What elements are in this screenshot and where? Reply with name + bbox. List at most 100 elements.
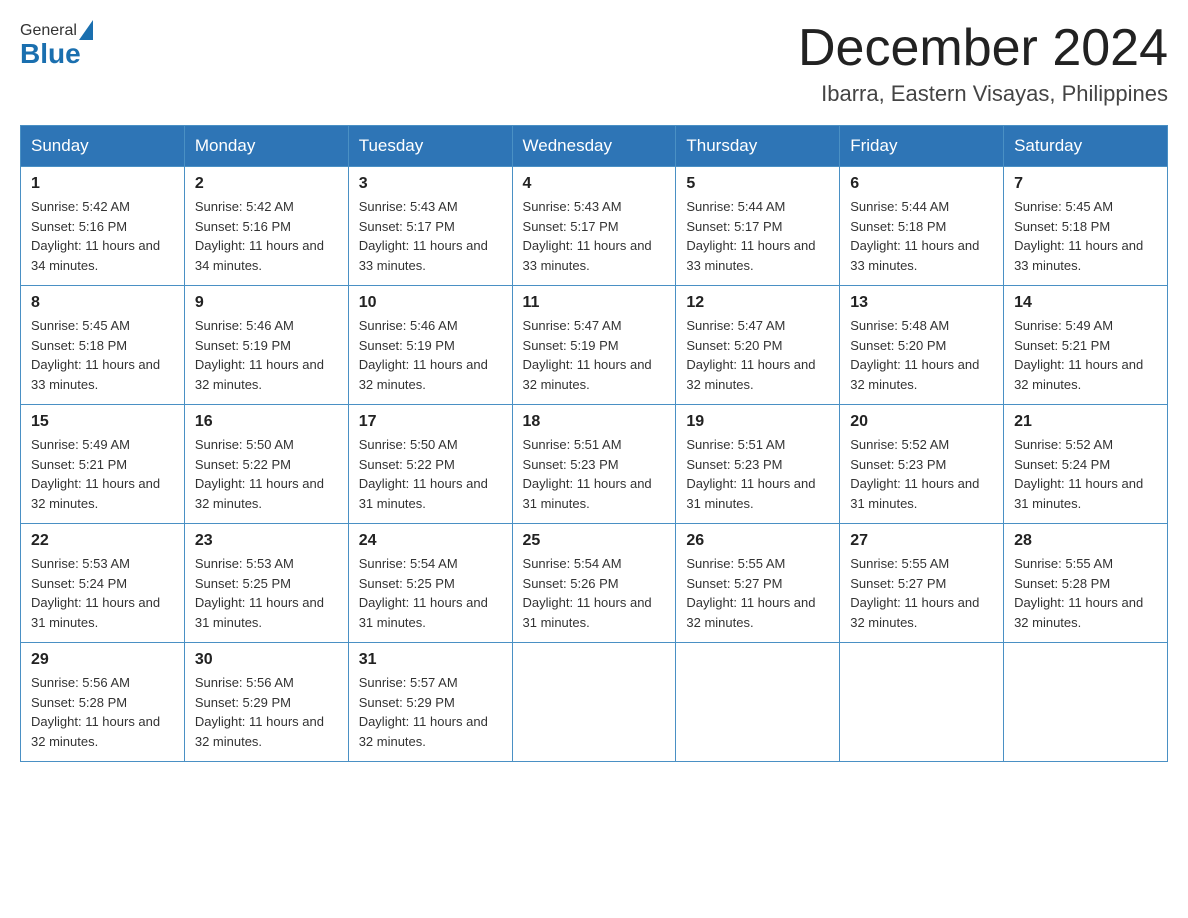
day-number: 25	[523, 532, 666, 550]
calendar-cell: 5 Sunrise: 5:44 AMSunset: 5:17 PMDayligh…	[676, 167, 840, 286]
calendar-cell: 2 Sunrise: 5:42 AMSunset: 5:16 PMDayligh…	[184, 167, 348, 286]
calendar-cell	[840, 643, 1004, 762]
day-number: 21	[1014, 413, 1157, 431]
day-info: Sunrise: 5:43 AMSunset: 5:17 PMDaylight:…	[523, 199, 652, 273]
calendar-cell: 29 Sunrise: 5:56 AMSunset: 5:28 PMDaylig…	[21, 643, 185, 762]
calendar-cell: 21 Sunrise: 5:52 AMSunset: 5:24 PMDaylig…	[1004, 405, 1168, 524]
day-number: 13	[850, 294, 993, 312]
day-number: 31	[359, 651, 502, 669]
calendar-cell: 17 Sunrise: 5:50 AMSunset: 5:22 PMDaylig…	[348, 405, 512, 524]
calendar-header-thursday: Thursday	[676, 126, 840, 167]
day-number: 29	[31, 651, 174, 669]
day-info: Sunrise: 5:45 AMSunset: 5:18 PMDaylight:…	[31, 318, 160, 392]
calendar-cell: 10 Sunrise: 5:46 AMSunset: 5:19 PMDaylig…	[348, 286, 512, 405]
day-info: Sunrise: 5:44 AMSunset: 5:18 PMDaylight:…	[850, 199, 979, 273]
day-number: 7	[1014, 175, 1157, 193]
calendar-cell: 1 Sunrise: 5:42 AMSunset: 5:16 PMDayligh…	[21, 167, 185, 286]
day-info: Sunrise: 5:51 AMSunset: 5:23 PMDaylight:…	[686, 437, 815, 511]
calendar-header-wednesday: Wednesday	[512, 126, 676, 167]
calendar-cell: 13 Sunrise: 5:48 AMSunset: 5:20 PMDaylig…	[840, 286, 1004, 405]
day-info: Sunrise: 5:49 AMSunset: 5:21 PMDaylight:…	[31, 437, 160, 511]
calendar-header-friday: Friday	[840, 126, 1004, 167]
day-number: 15	[31, 413, 174, 431]
calendar-cell: 9 Sunrise: 5:46 AMSunset: 5:19 PMDayligh…	[184, 286, 348, 405]
calendar-cell: 28 Sunrise: 5:55 AMSunset: 5:28 PMDaylig…	[1004, 524, 1168, 643]
calendar-week-row: 1 Sunrise: 5:42 AMSunset: 5:16 PMDayligh…	[21, 167, 1168, 286]
calendar-cell: 22 Sunrise: 5:53 AMSunset: 5:24 PMDaylig…	[21, 524, 185, 643]
day-number: 23	[195, 532, 338, 550]
day-info: Sunrise: 5:54 AMSunset: 5:26 PMDaylight:…	[523, 556, 652, 630]
logo-blue-text: Blue	[20, 38, 93, 70]
day-number: 16	[195, 413, 338, 431]
day-info: Sunrise: 5:56 AMSunset: 5:29 PMDaylight:…	[195, 675, 324, 749]
calendar-week-row: 15 Sunrise: 5:49 AMSunset: 5:21 PMDaylig…	[21, 405, 1168, 524]
title-section: December 2024 Ibarra, Eastern Visayas, P…	[798, 20, 1168, 107]
day-number: 4	[523, 175, 666, 193]
day-info: Sunrise: 5:56 AMSunset: 5:28 PMDaylight:…	[31, 675, 160, 749]
page-header: General Blue December 2024 Ibarra, Easte…	[20, 20, 1168, 107]
day-number: 10	[359, 294, 502, 312]
day-number: 12	[686, 294, 829, 312]
day-number: 26	[686, 532, 829, 550]
day-number: 19	[686, 413, 829, 431]
day-info: Sunrise: 5:51 AMSunset: 5:23 PMDaylight:…	[523, 437, 652, 511]
calendar-cell: 27 Sunrise: 5:55 AMSunset: 5:27 PMDaylig…	[840, 524, 1004, 643]
day-info: Sunrise: 5:55 AMSunset: 5:27 PMDaylight:…	[686, 556, 815, 630]
calendar-cell: 6 Sunrise: 5:44 AMSunset: 5:18 PMDayligh…	[840, 167, 1004, 286]
day-number: 9	[195, 294, 338, 312]
day-info: Sunrise: 5:47 AMSunset: 5:20 PMDaylight:…	[686, 318, 815, 392]
calendar-cell	[676, 643, 840, 762]
day-number: 24	[359, 532, 502, 550]
calendar-week-row: 8 Sunrise: 5:45 AMSunset: 5:18 PMDayligh…	[21, 286, 1168, 405]
day-info: Sunrise: 5:53 AMSunset: 5:25 PMDaylight:…	[195, 556, 324, 630]
calendar-header-tuesday: Tuesday	[348, 126, 512, 167]
day-number: 1	[31, 175, 174, 193]
calendar-cell: 14 Sunrise: 5:49 AMSunset: 5:21 PMDaylig…	[1004, 286, 1168, 405]
day-number: 8	[31, 294, 174, 312]
day-info: Sunrise: 5:45 AMSunset: 5:18 PMDaylight:…	[1014, 199, 1143, 273]
day-info: Sunrise: 5:55 AMSunset: 5:28 PMDaylight:…	[1014, 556, 1143, 630]
day-info: Sunrise: 5:43 AMSunset: 5:17 PMDaylight:…	[359, 199, 488, 273]
calendar-header-saturday: Saturday	[1004, 126, 1168, 167]
logo-triangle-icon	[79, 20, 93, 40]
calendar-cell: 23 Sunrise: 5:53 AMSunset: 5:25 PMDaylig…	[184, 524, 348, 643]
calendar-header-sunday: Sunday	[21, 126, 185, 167]
day-number: 22	[31, 532, 174, 550]
day-info: Sunrise: 5:50 AMSunset: 5:22 PMDaylight:…	[195, 437, 324, 511]
calendar-cell: 25 Sunrise: 5:54 AMSunset: 5:26 PMDaylig…	[512, 524, 676, 643]
day-info: Sunrise: 5:54 AMSunset: 5:25 PMDaylight:…	[359, 556, 488, 630]
day-number: 6	[850, 175, 993, 193]
calendar-cell: 30 Sunrise: 5:56 AMSunset: 5:29 PMDaylig…	[184, 643, 348, 762]
calendar-table: SundayMondayTuesdayWednesdayThursdayFrid…	[20, 125, 1168, 762]
day-info: Sunrise: 5:52 AMSunset: 5:23 PMDaylight:…	[850, 437, 979, 511]
calendar-cell	[512, 643, 676, 762]
calendar-cell: 15 Sunrise: 5:49 AMSunset: 5:21 PMDaylig…	[21, 405, 185, 524]
day-info: Sunrise: 5:44 AMSunset: 5:17 PMDaylight:…	[686, 199, 815, 273]
calendar-cell: 4 Sunrise: 5:43 AMSunset: 5:17 PMDayligh…	[512, 167, 676, 286]
day-number: 3	[359, 175, 502, 193]
day-number: 28	[1014, 532, 1157, 550]
day-info: Sunrise: 5:46 AMSunset: 5:19 PMDaylight:…	[195, 318, 324, 392]
calendar-week-row: 22 Sunrise: 5:53 AMSunset: 5:24 PMDaylig…	[21, 524, 1168, 643]
day-number: 20	[850, 413, 993, 431]
calendar-cell: 24 Sunrise: 5:54 AMSunset: 5:25 PMDaylig…	[348, 524, 512, 643]
month-title: December 2024	[798, 20, 1168, 77]
day-info: Sunrise: 5:53 AMSunset: 5:24 PMDaylight:…	[31, 556, 160, 630]
location-text: Ibarra, Eastern Visayas, Philippines	[798, 81, 1168, 107]
calendar-cell: 11 Sunrise: 5:47 AMSunset: 5:19 PMDaylig…	[512, 286, 676, 405]
day-info: Sunrise: 5:57 AMSunset: 5:29 PMDaylight:…	[359, 675, 488, 749]
day-number: 30	[195, 651, 338, 669]
calendar-cell	[1004, 643, 1168, 762]
calendar-header-row: SundayMondayTuesdayWednesdayThursdayFrid…	[21, 126, 1168, 167]
day-number: 14	[1014, 294, 1157, 312]
day-number: 11	[523, 294, 666, 312]
day-info: Sunrise: 5:42 AMSunset: 5:16 PMDaylight:…	[195, 199, 324, 273]
day-number: 27	[850, 532, 993, 550]
day-number: 17	[359, 413, 502, 431]
day-info: Sunrise: 5:52 AMSunset: 5:24 PMDaylight:…	[1014, 437, 1143, 511]
calendar-header-monday: Monday	[184, 126, 348, 167]
calendar-cell: 12 Sunrise: 5:47 AMSunset: 5:20 PMDaylig…	[676, 286, 840, 405]
day-number: 5	[686, 175, 829, 193]
day-info: Sunrise: 5:42 AMSunset: 5:16 PMDaylight:…	[31, 199, 160, 273]
calendar-cell: 7 Sunrise: 5:45 AMSunset: 5:18 PMDayligh…	[1004, 167, 1168, 286]
